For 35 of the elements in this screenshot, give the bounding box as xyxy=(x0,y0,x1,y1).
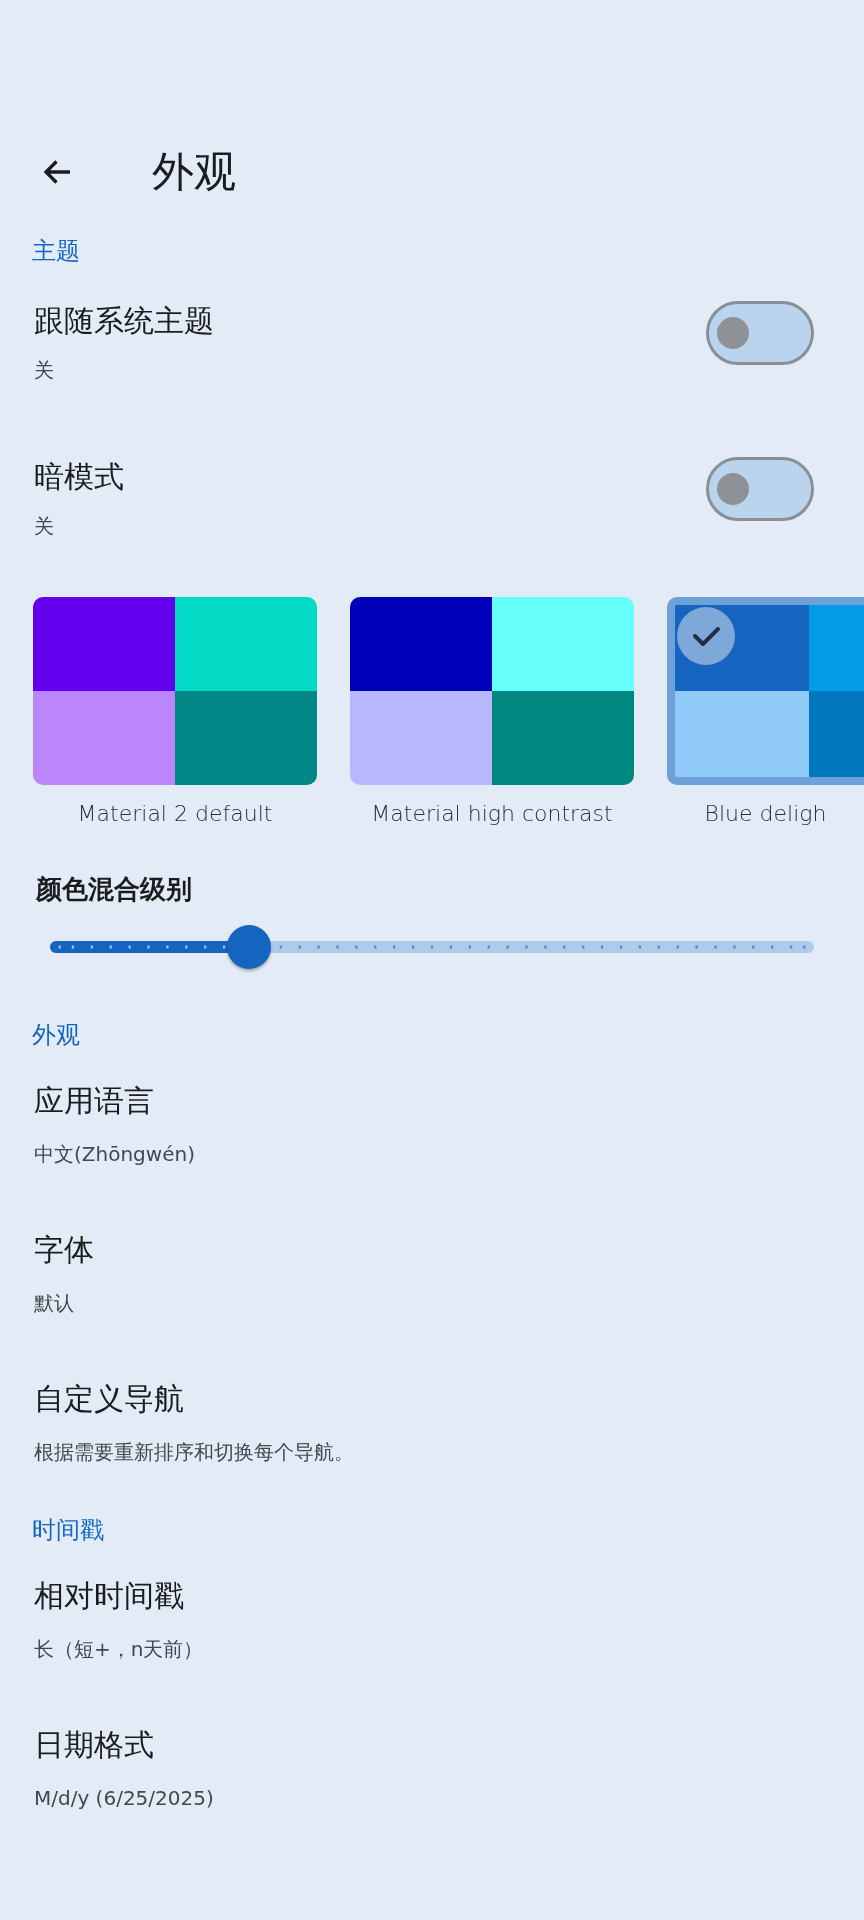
section-title: 主题 xyxy=(31,236,81,267)
setting-row[interactable]: 暗模式 关 xyxy=(0,437,864,567)
setting-value: 关 xyxy=(34,513,55,540)
setting-title: 日期格式 xyxy=(34,1726,155,1764)
setting-title: 暗模式 xyxy=(34,458,124,496)
setting-row[interactable]: 自定义导航 根据需要重新排序和切换每个导航。 xyxy=(0,1363,864,1491)
setting-row[interactable]: 字体 默认 xyxy=(0,1214,864,1342)
setting-row[interactable]: 跟随系统主题 关 xyxy=(0,281,864,411)
slider-track[interactable] xyxy=(50,941,814,953)
setting-title: 应用语言 xyxy=(34,1082,155,1120)
toggle-switch[interactable] xyxy=(706,457,814,521)
check-icon xyxy=(677,607,735,665)
setting-row[interactable]: 相对时间戳 长（短+，n天前） xyxy=(0,1560,864,1688)
section-title: 外观 xyxy=(31,1020,81,1051)
setting-row[interactable]: 应用语言 中文(Zhōngwén) xyxy=(0,1065,864,1193)
setting-title: 相对时间戳 xyxy=(34,1577,185,1615)
theme-swatch[interactable] xyxy=(33,597,317,785)
theme-name: Blue deligh xyxy=(704,800,827,828)
theme-name: Material high contrast xyxy=(371,800,613,828)
setting-value: M/d/y (6/25/2025) xyxy=(34,1785,215,1812)
setting-value: 中文(Zhōngwén) xyxy=(34,1141,196,1168)
setting-value: 默认 xyxy=(34,1290,75,1317)
setting-value: 关 xyxy=(34,357,55,384)
slider-label: 颜色混合级别 xyxy=(36,873,193,906)
theme-swatch[interactable] xyxy=(350,597,634,785)
slider-thumb[interactable] xyxy=(226,925,271,969)
section-title: 时间戳 xyxy=(31,1515,105,1546)
setting-title: 自定义导航 xyxy=(34,1380,185,1418)
theme-name: Material 2 default xyxy=(77,800,273,828)
setting-title: 字体 xyxy=(34,1231,95,1269)
page-title: 外观 xyxy=(152,146,236,198)
setting-title: 跟随系统主题 xyxy=(34,302,214,340)
setting-value: 长（短+，n天前） xyxy=(34,1636,205,1663)
setting-row[interactable]: 日期格式 M/d/y (6/25/2025) xyxy=(0,1709,864,1837)
setting-value: 根据需要重新排序和切换每个导航。 xyxy=(34,1439,355,1466)
